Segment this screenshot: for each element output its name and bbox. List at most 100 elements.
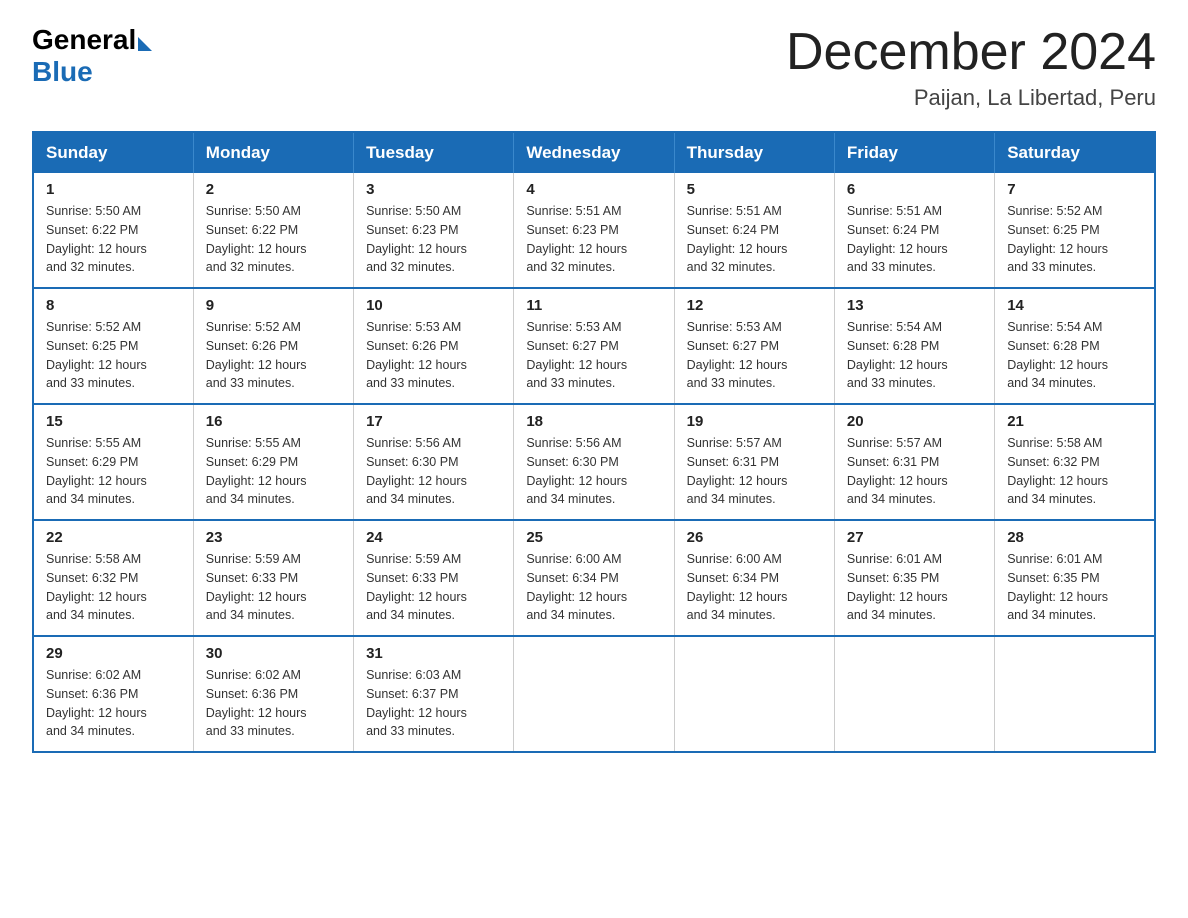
day-info: Sunrise: 5:59 AMSunset: 6:33 PMDaylight:… <box>206 550 341 625</box>
calendar-cell: 13 Sunrise: 5:54 AMSunset: 6:28 PMDayligh… <box>834 288 994 404</box>
calendar-cell: 11Sunrise: 5:53 AMSunset: 6:27 PMDayligh… <box>514 288 674 404</box>
day-info: Sunrise: 5:52 AMSunset: 6:26 PMDaylight:… <box>206 318 341 393</box>
day-number: 26 <box>687 529 822 546</box>
day-number: 10 <box>366 297 501 314</box>
calendar-cell: 28 Sunrise: 6:01 AMSunset: 6:35 PMDayligh… <box>995 520 1155 636</box>
header-friday: Friday <box>834 132 994 173</box>
day-info: Sunrise: 6:02 AMSunset: 6:36 PMDaylight:… <box>206 666 341 741</box>
calendar-cell <box>514 636 674 752</box>
day-info: Sunrise: 5:51 AMSunset: 6:24 PMDaylight:… <box>847 202 982 277</box>
calendar-cell: 1 Sunrise: 5:50 AMSunset: 6:22 PMDaylight… <box>33 173 193 288</box>
day-info: Sunrise: 5:55 AMSunset: 6:29 PMDaylight:… <box>46 434 181 509</box>
day-info: Sunrise: 5:52 AMSunset: 6:25 PMDaylight:… <box>1007 202 1142 277</box>
day-number: 1 <box>46 181 181 198</box>
day-number: 28 <box>1007 529 1142 546</box>
calendar-cell: 15 Sunrise: 5:55 AMSunset: 6:29 PMDayligh… <box>33 404 193 520</box>
day-number: 30 <box>206 645 341 662</box>
header-sunday: Sunday <box>33 132 193 173</box>
calendar-cell <box>674 636 834 752</box>
day-number: 14 <box>1007 297 1142 314</box>
calendar-week-row: 22 Sunrise: 5:58 AMSunset: 6:32 PMDayligh… <box>33 520 1155 636</box>
month-title: December 2024 <box>786 24 1156 81</box>
calendar-cell: 8Sunrise: 5:52 AMSunset: 6:25 PMDaylight… <box>33 288 193 404</box>
day-info: Sunrise: 5:50 AMSunset: 6:22 PMDaylight:… <box>206 202 341 277</box>
calendar-week-row: 1 Sunrise: 5:50 AMSunset: 6:22 PMDaylight… <box>33 173 1155 288</box>
day-info: Sunrise: 5:51 AMSunset: 6:23 PMDaylight:… <box>526 202 661 277</box>
calendar-cell: 17Sunrise: 5:56 AMSunset: 6:30 PMDayligh… <box>354 404 514 520</box>
day-number: 7 <box>1007 181 1142 198</box>
calendar-cell: 3 Sunrise: 5:50 AMSunset: 6:23 PMDaylight… <box>354 173 514 288</box>
calendar-cell: 24 Sunrise: 5:59 AMSunset: 6:33 PMDayligh… <box>354 520 514 636</box>
day-info: Sunrise: 5:50 AMSunset: 6:22 PMDaylight:… <box>46 202 181 277</box>
day-number: 31 <box>366 645 501 662</box>
day-number: 24 <box>366 529 501 546</box>
day-info: Sunrise: 5:53 AMSunset: 6:27 PMDaylight:… <box>526 318 661 393</box>
day-number: 29 <box>46 645 181 662</box>
header-thursday: Thursday <box>674 132 834 173</box>
calendar-cell: 18Sunrise: 5:56 AMSunset: 6:30 PMDayligh… <box>514 404 674 520</box>
header-saturday: Saturday <box>995 132 1155 173</box>
calendar-cell: 4 Sunrise: 5:51 AMSunset: 6:23 PMDaylight… <box>514 173 674 288</box>
day-number: 4 <box>526 181 661 198</box>
calendar-cell <box>995 636 1155 752</box>
calendar-cell <box>834 636 994 752</box>
day-info: Sunrise: 5:52 AMSunset: 6:25 PMDaylight:… <box>46 318 181 393</box>
calendar-week-row: 29 Sunrise: 6:02 AMSunset: 6:36 PMDayligh… <box>33 636 1155 752</box>
calendar-cell: 5Sunrise: 5:51 AMSunset: 6:24 PMDaylight… <box>674 173 834 288</box>
calendar-cell: 29Sunrise: 6:02 AMSunset: 6:36 PMDayligh… <box>33 636 193 752</box>
calendar-cell: 2Sunrise: 5:50 AMSunset: 6:22 PMDaylight… <box>193 173 353 288</box>
day-number: 22 <box>46 529 181 546</box>
day-info: Sunrise: 5:50 AMSunset: 6:23 PMDaylight:… <box>366 202 501 277</box>
day-number: 20 <box>847 413 982 430</box>
day-number: 3 <box>366 181 501 198</box>
day-info: Sunrise: 5:59 AMSunset: 6:33 PMDaylight:… <box>366 550 501 625</box>
day-info: Sunrise: 6:03 AMSunset: 6:37 PMDaylight:… <box>366 666 501 741</box>
location-title: Paijan, La Libertad, Peru <box>786 85 1156 111</box>
day-number: 25 <box>526 529 661 546</box>
day-info: Sunrise: 5:53 AMSunset: 6:26 PMDaylight:… <box>366 318 501 393</box>
day-info: Sunrise: 5:54 AMSunset: 6:28 PMDaylight:… <box>847 318 982 393</box>
calendar-cell: 9Sunrise: 5:52 AMSunset: 6:26 PMDaylight… <box>193 288 353 404</box>
calendar-cell: 7 Sunrise: 5:52 AMSunset: 6:25 PMDaylight… <box>995 173 1155 288</box>
header-monday: Monday <box>193 132 353 173</box>
day-number: 27 <box>847 529 982 546</box>
day-info: Sunrise: 6:01 AMSunset: 6:35 PMDaylight:… <box>847 550 982 625</box>
day-number: 19 <box>687 413 822 430</box>
calendar-cell: 12Sunrise: 5:53 AMSunset: 6:27 PMDayligh… <box>674 288 834 404</box>
calendar-cell: 26Sunrise: 6:00 AMSunset: 6:34 PMDayligh… <box>674 520 834 636</box>
calendar-cell: 10 Sunrise: 5:53 AMSunset: 6:26 PMDayligh… <box>354 288 514 404</box>
calendar-week-row: 15 Sunrise: 5:55 AMSunset: 6:29 PMDayligh… <box>33 404 1155 520</box>
day-info: Sunrise: 5:57 AMSunset: 6:31 PMDaylight:… <box>847 434 982 509</box>
calendar-table: SundayMondayTuesdayWednesdayThursdayFrid… <box>32 131 1156 753</box>
day-number: 13 <box>847 297 982 314</box>
day-info: Sunrise: 5:57 AMSunset: 6:31 PMDaylight:… <box>687 434 822 509</box>
day-info: Sunrise: 5:58 AMSunset: 6:32 PMDaylight:… <box>46 550 181 625</box>
calendar-cell: 6Sunrise: 5:51 AMSunset: 6:24 PMDaylight… <box>834 173 994 288</box>
calendar-cell: 16Sunrise: 5:55 AMSunset: 6:29 PMDayligh… <box>193 404 353 520</box>
day-number: 18 <box>526 413 661 430</box>
header-tuesday: Tuesday <box>354 132 514 173</box>
logo: General Blue <box>32 24 152 88</box>
calendar-cell: 20 Sunrise: 5:57 AMSunset: 6:31 PMDayligh… <box>834 404 994 520</box>
logo-general-text: General <box>32 24 136 56</box>
calendar-cell: 14 Sunrise: 5:54 AMSunset: 6:28 PMDayligh… <box>995 288 1155 404</box>
page-header: General Blue December 2024 Paijan, La Li… <box>32 24 1156 111</box>
logo-blue-text: Blue <box>32 56 93 88</box>
day-number: 16 <box>206 413 341 430</box>
header-wednesday: Wednesday <box>514 132 674 173</box>
day-info: Sunrise: 5:56 AMSunset: 6:30 PMDaylight:… <box>366 434 501 509</box>
calendar-header-row: SundayMondayTuesdayWednesdayThursdayFrid… <box>33 132 1155 173</box>
calendar-cell: 23 Sunrise: 5:59 AMSunset: 6:33 PMDayligh… <box>193 520 353 636</box>
day-number: 5 <box>687 181 822 198</box>
calendar-cell: 30 Sunrise: 6:02 AMSunset: 6:36 PMDayligh… <box>193 636 353 752</box>
day-info: Sunrise: 5:53 AMSunset: 6:27 PMDaylight:… <box>687 318 822 393</box>
calendar-week-row: 8Sunrise: 5:52 AMSunset: 6:25 PMDaylight… <box>33 288 1155 404</box>
day-info: Sunrise: 5:54 AMSunset: 6:28 PMDaylight:… <box>1007 318 1142 393</box>
calendar-cell: 25Sunrise: 6:00 AMSunset: 6:34 PMDayligh… <box>514 520 674 636</box>
title-area: December 2024 Paijan, La Libertad, Peru <box>786 24 1156 111</box>
day-number: 21 <box>1007 413 1142 430</box>
calendar-cell: 31 Sunrise: 6:03 AMSunset: 6:37 PMDayligh… <box>354 636 514 752</box>
day-info: Sunrise: 6:01 AMSunset: 6:35 PMDaylight:… <box>1007 550 1142 625</box>
day-number: 15 <box>46 413 181 430</box>
day-number: 23 <box>206 529 341 546</box>
